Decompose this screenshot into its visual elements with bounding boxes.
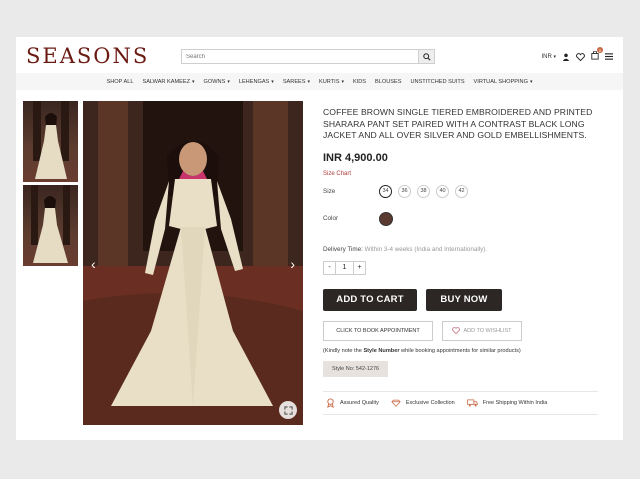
feature-assured-quality: Assured Quality	[326, 398, 379, 408]
feature-exclusive-collection: Exclusive Collection	[391, 399, 455, 407]
search-bar	[181, 49, 435, 64]
size-option-40[interactable]: 40	[436, 184, 449, 198]
note-bold: Style Number	[363, 347, 400, 354]
heart-icon	[452, 327, 461, 334]
nav-item-sarees[interactable]: SAREES ▾	[283, 79, 310, 85]
color-label: Color	[323, 215, 339, 222]
nav-label: LEHENGAS	[238, 78, 270, 85]
size-option-38[interactable]: 38	[417, 184, 430, 198]
delivery-time: Delivery Time: Within 3-4 weeks (India a…	[323, 246, 608, 253]
add-to-wishlist-button[interactable]: ADD TO WISHLIST	[442, 320, 522, 341]
qty-increment-button[interactable]: +	[353, 260, 366, 275]
feature-label: Assured Quality	[340, 399, 379, 406]
qty-decrement-button[interactable]: -	[323, 260, 336, 275]
gown-model-image	[83, 101, 303, 425]
quantity-stepper: - 1 +	[323, 260, 608, 275]
size-selector: Size 34 36 38 40 42	[323, 184, 608, 198]
product-info: COFFEE BROWN SINGLE TIERED EMBROIDERED A…	[323, 107, 608, 415]
expand-icon	[283, 405, 293, 415]
note-text: while booking appointments for similar p…	[399, 347, 521, 354]
nav-label: SAREES	[282, 78, 306, 85]
qty-value[interactable]: 1	[336, 260, 353, 275]
size-option-34[interactable]: 34	[379, 184, 392, 198]
nav-label: VIRTUAL SHOPPING	[473, 78, 528, 85]
add-to-cart-button[interactable]: ADD TO CART	[323, 288, 417, 311]
nav-item-lehengas[interactable]: LEHENGAS ▾	[239, 79, 274, 85]
chevron-down-icon: ▾	[529, 78, 533, 85]
nav-label: GOWNS	[203, 78, 226, 85]
nav-item-salwar-kameez[interactable]: SALWAR KAMEEZ ▾	[142, 79, 194, 85]
nav-item-shop-all[interactable]: SHOP ALL	[107, 79, 134, 85]
feature-label: Free Shipping Within India	[482, 399, 548, 406]
style-number-badge: Style No: 542-1276	[323, 360, 389, 377]
book-appointment-button[interactable]: CLICK TO BOOK APPOINTMENT	[323, 320, 433, 341]
cart-button[interactable]: 0	[591, 47, 603, 62]
product-main-image[interactable]: ‹ ›	[83, 101, 303, 425]
feature-free-shipping: Free Shipping Within India	[466, 398, 548, 407]
product-thumbnail[interactable]	[23, 185, 78, 266]
menu-icon[interactable]	[605, 53, 613, 60]
gown-model-image	[33, 101, 69, 179]
next-image-arrow[interactable]: ›	[290, 256, 295, 272]
user-icon[interactable]	[562, 53, 570, 61]
product-thumbnail[interactable]	[23, 101, 78, 182]
main-nav: SHOP ALL SALWAR KAMEEZ ▾ GOWNS ▾ LEHENGAS ▾…	[16, 73, 623, 90]
size-label: Size	[323, 187, 336, 195]
zoom-button[interactable]	[279, 401, 297, 419]
brand-logo[interactable]: SEASONS	[26, 44, 149, 68]
header-actions: INR ▾ 0	[541, 47, 613, 62]
nav-item-kids[interactable]: KIDS	[353, 79, 366, 85]
quality-badge-icon	[327, 398, 334, 408]
nav-item-blouses[interactable]: BLOUSES	[375, 79, 401, 85]
nav-label: BLOUSES	[375, 78, 402, 85]
size-chart-link[interactable]: Size Chart	[323, 171, 608, 177]
size-option-36[interactable]: 36	[398, 184, 411, 198]
style-number-note: (Kindly note the Style Number while book…	[323, 348, 608, 354]
delivery-value: Within 3-4 weeks (India and Internationa…	[364, 245, 488, 253]
gown-model-image	[31, 185, 70, 263]
currency-selector[interactable]: INR ▾	[541, 54, 556, 60]
nav-item-gowns[interactable]: GOWNS ▾	[204, 79, 230, 85]
search-icon	[422, 52, 431, 61]
nav-label: KIDS	[352, 78, 367, 85]
buy-now-button[interactable]: BUY NOW	[426, 288, 502, 311]
chevron-down-icon: ▾	[553, 53, 556, 60]
prev-image-arrow[interactable]: ‹	[91, 256, 96, 272]
note-text: (Kindly note the	[323, 347, 364, 354]
product-title: COFFEE BROWN SINGLE TIERED EMBROIDERED A…	[323, 107, 593, 140]
nav-label: UNSTITCHED SUITS	[410, 78, 465, 85]
search-button[interactable]	[418, 50, 434, 63]
currency-label: INR	[541, 53, 552, 60]
nav-label: SHOP ALL	[106, 78, 134, 85]
color-swatch[interactable]	[379, 211, 393, 226]
chevron-left-icon: ‹	[91, 256, 96, 272]
nav-label: SALWAR KAMEEZ	[142, 78, 191, 85]
heart-icon[interactable]	[576, 52, 585, 61]
nav-label: KURTIS	[319, 78, 340, 85]
product-page: SEASONS INR ▾ 0 SHOP ALL SALWAR KAMEEZ▾ …	[16, 37, 623, 440]
wishlist-label: ADD TO WISHLIST	[463, 327, 512, 334]
purchase-buttons: ADD TO CART BUY NOW	[323, 288, 608, 311]
features-bar: Assured Quality Exclusive Collection Fre…	[323, 390, 598, 415]
feature-label: Exclusive Collection	[405, 399, 455, 406]
search-input[interactable]	[182, 50, 418, 63]
nav-item-kurtis[interactable]: KURTIS ▾	[319, 79, 344, 85]
chevron-down-icon: ▾	[307, 78, 311, 85]
chevron-right-icon: ›	[290, 256, 295, 272]
chevron-down-icon: ▾	[341, 78, 344, 85]
nav-item-unstitched-suits[interactable]: UNSTITCHED SUITS	[410, 79, 464, 85]
secondary-buttons: CLICK TO BOOK APPOINTMENT ADD TO WISHLIS…	[323, 320, 608, 341]
book-appointment-label: CLICK TO BOOK APPOINTMENT	[336, 327, 420, 334]
delivery-label: Delivery Time:	[323, 245, 363, 253]
size-option-42[interactable]: 42	[455, 184, 468, 198]
cart-count-badge: 0	[597, 47, 603, 53]
product-price: INR 4,900.00	[323, 151, 388, 164]
chevron-down-icon: ▾	[227, 78, 230, 85]
nav-item-virtual-shopping[interactable]: VIRTUAL SHOPPING ▾	[474, 79, 533, 85]
chevron-down-icon: ▾	[271, 78, 274, 85]
chevron-down-icon: ▾	[192, 78, 195, 85]
diamond-icon	[391, 399, 401, 407]
truck-icon	[466, 398, 478, 406]
color-selector: Color	[323, 211, 608, 226]
